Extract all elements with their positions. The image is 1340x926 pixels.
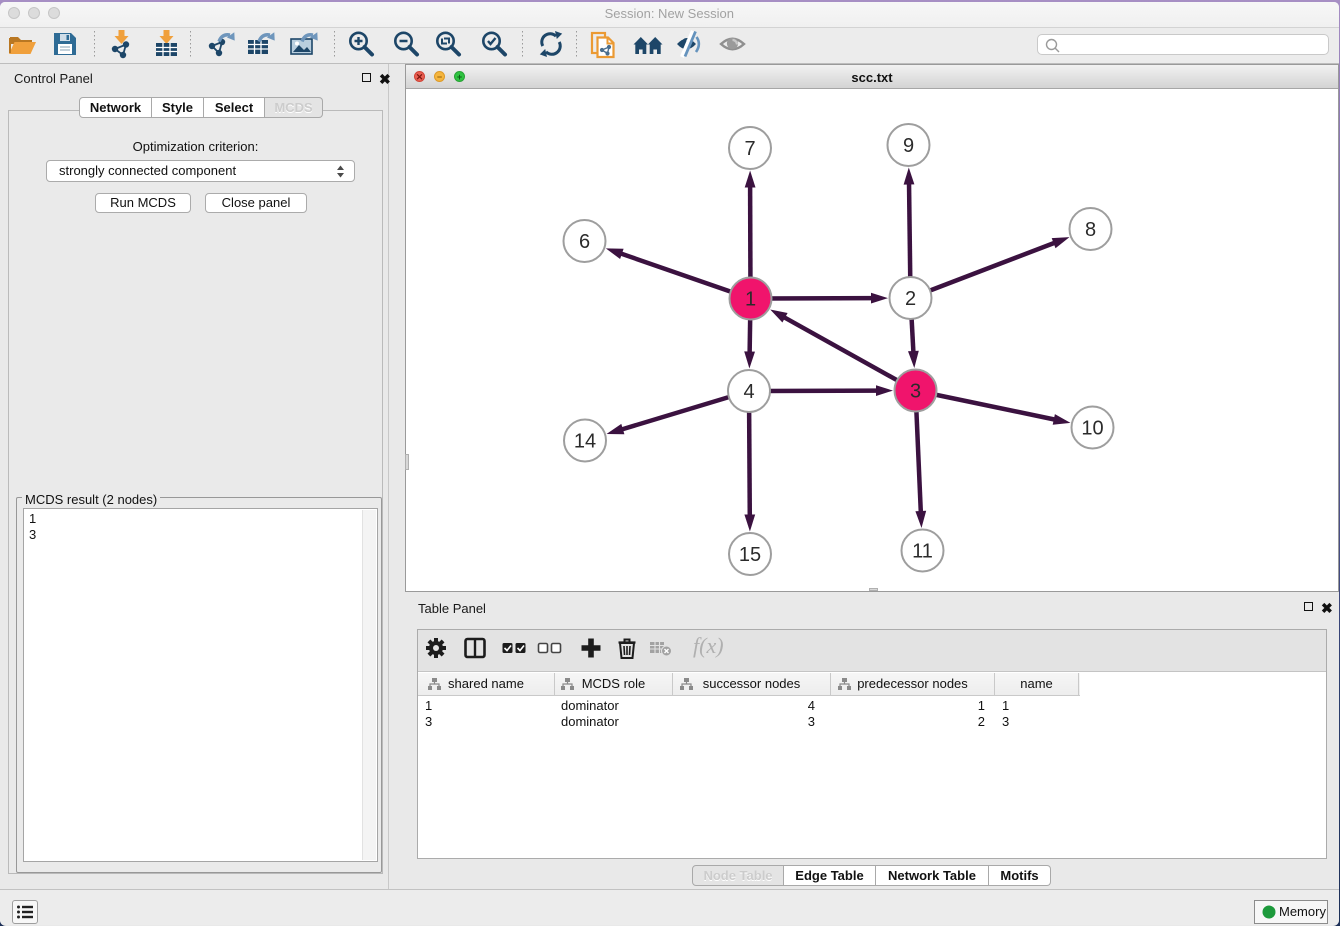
svg-text:1: 1 bbox=[745, 289, 756, 311]
svg-text:7: 7 bbox=[744, 138, 755, 160]
svg-text:6: 6 bbox=[579, 231, 590, 253]
svg-text:10: 10 bbox=[1081, 418, 1103, 440]
svg-text:8: 8 bbox=[1085, 219, 1096, 241]
svg-text:2: 2 bbox=[905, 288, 916, 310]
svg-text:11: 11 bbox=[912, 541, 933, 563]
svg-text:3: 3 bbox=[910, 381, 921, 403]
svg-text:9: 9 bbox=[903, 135, 914, 157]
svg-text:15: 15 bbox=[739, 544, 761, 566]
svg-text:14: 14 bbox=[574, 431, 596, 453]
svg-text:4: 4 bbox=[743, 381, 754, 403]
